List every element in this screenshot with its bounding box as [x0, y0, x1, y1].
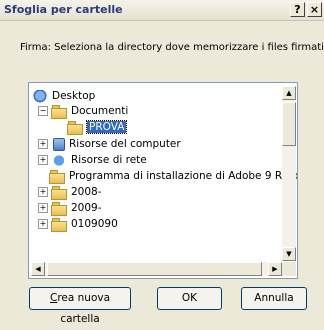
new-folder-button[interactable]: Crea nuova cartella [29, 287, 131, 325]
tree-item-2009[interactable]: +2009- [38, 200, 102, 216]
tree-item-label: Desktop [52, 90, 96, 102]
scroll-left-icon[interactable]: ◀ [31, 262, 45, 276]
scroll-right-icon[interactable]: ▶ [268, 262, 282, 276]
folder-tree[interactable]: Desktop − Documenti PROVA + Risorse del co… [28, 82, 298, 279]
collapse-icon[interactable]: − [38, 106, 48, 116]
tree-item-adobe[interactable]: Programma di installazione di Adobe 9 Re… [49, 168, 298, 184]
expand-icon[interactable]: + [38, 155, 48, 165]
close-button[interactable]: × [307, 2, 322, 17]
tree-item-0109090[interactable]: +0109090 [38, 216, 118, 232]
ok-button[interactable]: OK [157, 287, 222, 310]
tree-item-documenti[interactable]: − Documenti [38, 103, 128, 119]
tree-item-prova[interactable]: PROVA [67, 119, 128, 135]
instruction-text: Firma: Seleziona la directory dove memor… [20, 42, 324, 53]
computer-icon [53, 137, 65, 151]
tree-item-label: 2008- [71, 186, 102, 198]
expand-icon[interactable]: + [38, 187, 48, 197]
expand-icon[interactable]: + [38, 203, 48, 213]
vertical-scrollbar[interactable]: ▲ ▼ [282, 86, 296, 261]
folder-icon [51, 185, 67, 200]
folder-open-icon [51, 104, 67, 119]
tree-item-label: Risorse di rete [71, 154, 147, 166]
tree-item-label: 2009- [71, 202, 102, 214]
tree-item-label: Risorse del computer [69, 138, 181, 150]
tree-item-risorse-computer[interactable]: + Risorse del computer [38, 136, 181, 152]
tree-item-2008[interactable]: +2008- [38, 184, 102, 200]
horizontal-scrollbar[interactable]: ◀ ▶ [31, 262, 282, 276]
tree-item-label: 0109090 [71, 218, 118, 230]
vertical-scroll-thumb[interactable] [282, 102, 296, 146]
tree-item-desktop[interactable]: Desktop [32, 88, 95, 104]
folder-icon [49, 169, 65, 184]
window-title: Sfoglia per cartelle [4, 3, 123, 16]
folder-icon [67, 120, 83, 135]
folder-icon [51, 201, 67, 216]
scroll-up-icon[interactable]: ▲ [282, 86, 296, 100]
tree-item-label: Documenti [71, 105, 129, 117]
tree-item-risorse-rete[interactable]: + Risorse di rete [38, 152, 147, 168]
scroll-down-icon[interactable]: ▼ [282, 247, 296, 261]
folder-icon [51, 217, 67, 232]
scroll-corner [282, 262, 296, 276]
cancel-button[interactable]: Annulla [241, 287, 307, 310]
tree-item-label: PROVA [85, 120, 128, 134]
horizontal-scroll-thumb[interactable] [47, 262, 262, 276]
expand-icon[interactable]: + [38, 139, 48, 149]
help-button[interactable]: ? [290, 2, 305, 17]
desktop-icon [32, 89, 48, 103]
title-bar: Sfoglia per cartelle ? × [0, 0, 324, 21]
network-icon [51, 153, 67, 167]
tree-item-label: Programma di installazione di Adobe 9 Re… [69, 170, 298, 182]
expand-icon[interactable]: + [38, 219, 48, 229]
